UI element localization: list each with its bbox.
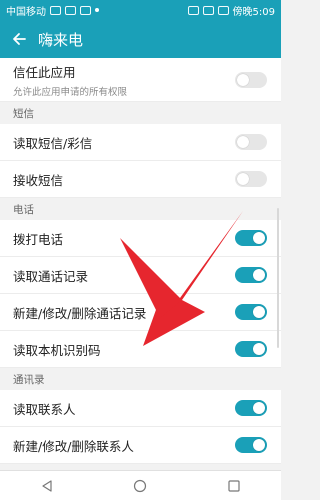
status-bar: 中国移动 傍晚5:09 <box>0 0 281 20</box>
permission-label: 新建/修改/删除通话记录 <box>13 305 147 321</box>
back-nav-icon[interactable] <box>29 474 65 498</box>
permission-toggle[interactable] <box>235 400 267 416</box>
page-title: 嗨来电 <box>38 30 84 49</box>
permission-row[interactable]: 读取本机识别码 <box>0 331 281 368</box>
trust-app-sub: 允许此应用申请的所有权限 <box>13 86 128 98</box>
carrier-label: 中国移动 <box>6 6 46 18</box>
navigation-bar <box>0 470 281 500</box>
scrollbar[interactable] <box>277 208 279 348</box>
permission-list[interactable]: 信任此应用 允许此应用申请的所有权限 短信 读取短信/彩信 接收短信 电话 拨打… <box>0 58 281 470</box>
trust-app-toggle[interactable] <box>235 71 267 88</box>
permission-row[interactable]: 拨打电话 <box>0 220 281 257</box>
recents-nav-icon[interactable] <box>216 474 252 498</box>
permission-toggle[interactable] <box>235 171 267 187</box>
permission-label: 读取联系人 <box>13 401 76 417</box>
permission-row[interactable]: 读取联系人 <box>0 390 281 427</box>
section-header-contacts: 通讯录 <box>0 368 281 390</box>
permission-label: 接收短信 <box>13 172 64 188</box>
permission-row[interactable]: 新建/修改/删除通话记录 <box>0 294 281 331</box>
signal-icon <box>202 5 214 15</box>
permission-label: 拨打电话 <box>13 231 64 247</box>
permission-row[interactable]: 新建/修改/删除联系人 <box>0 427 281 464</box>
status-time: 傍晚5:09 <box>232 6 275 18</box>
trust-app-row[interactable]: 信任此应用 允许此应用申请的所有权限 <box>0 58 281 102</box>
notification-icon <box>65 5 76 15</box>
permission-toggle[interactable] <box>235 230 267 246</box>
permission-label: 读取短信/彩信 <box>13 135 93 151</box>
wifi-icon <box>187 5 199 15</box>
status-right: 傍晚5:09 <box>187 3 275 18</box>
permission-label: 读取本机识别码 <box>13 342 101 358</box>
battery-icon <box>217 5 229 15</box>
permission-row[interactable]: 读取短信/彩信 <box>0 124 281 161</box>
section-header-sms: 短信 <box>0 102 281 124</box>
trust-app-label: 信任此应用 <box>13 64 76 80</box>
notification-icon <box>50 5 61 15</box>
section-header-phone: 电话 <box>0 198 281 220</box>
status-left: 中国移动 <box>6 3 99 18</box>
notification-icon <box>80 5 91 15</box>
home-nav-icon[interactable] <box>122 474 158 498</box>
dot-icon <box>95 8 99 12</box>
back-arrow-icon[interactable] <box>0 20 38 58</box>
app-bar: 嗨来电 <box>0 20 281 58</box>
permission-toggle[interactable] <box>235 134 267 150</box>
permission-toggle[interactable] <box>235 267 267 283</box>
permission-toggle[interactable] <box>235 437 267 453</box>
permission-toggle[interactable] <box>235 341 267 357</box>
permission-row[interactable]: 读取通话记录 <box>0 257 281 294</box>
permission-toggle[interactable] <box>235 304 267 320</box>
permission-label: 新建/修改/删除联系人 <box>13 438 134 454</box>
permission-row[interactable]: 接收短信 <box>0 161 281 198</box>
permission-label: 读取通话记录 <box>13 268 89 284</box>
